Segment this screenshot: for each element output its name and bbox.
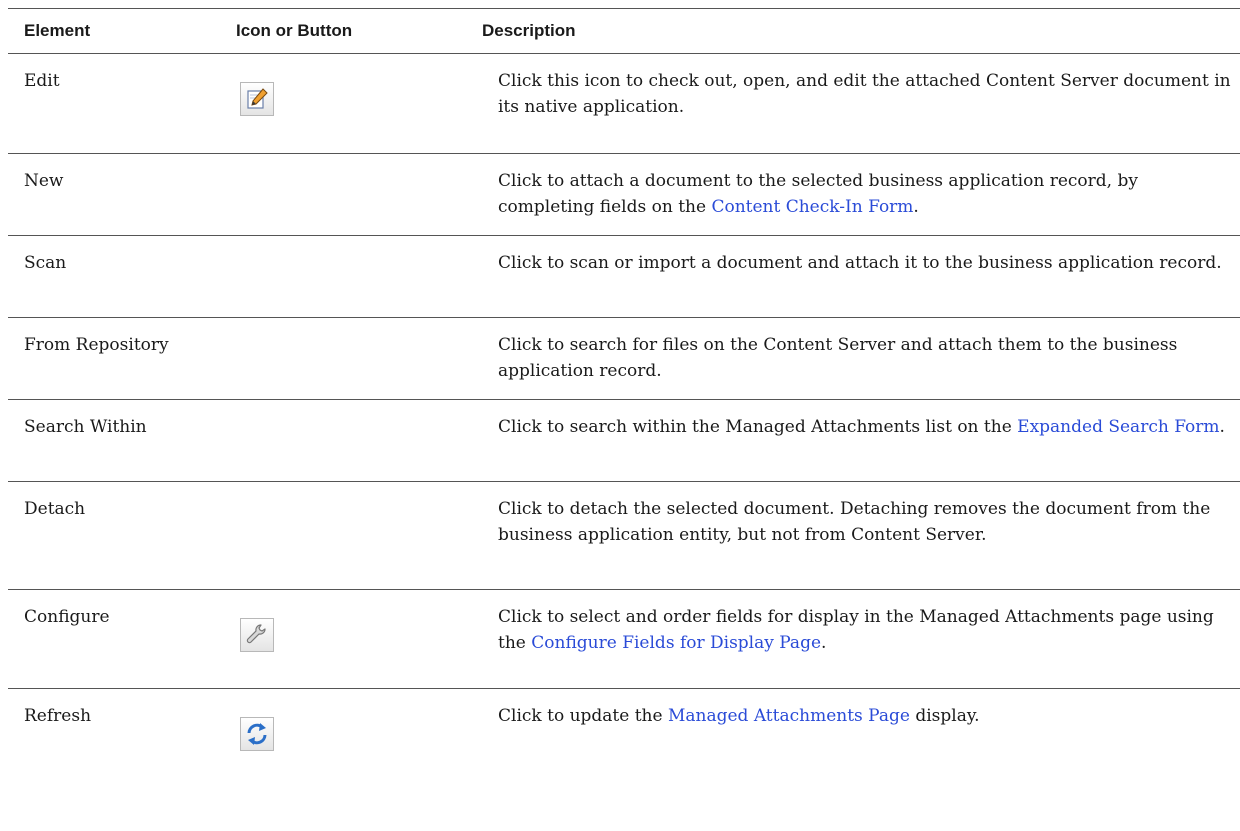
element-name: New <box>8 153 220 236</box>
element-name: Configure <box>8 589 220 689</box>
table-row: New Click to attach a document to the se… <box>8 153 1240 236</box>
description-text: Click to search for files on the Content… <box>498 335 1178 381</box>
element-name: Detach <box>8 481 220 590</box>
table-row: Edit Click this icon to check out, open,… <box>8 53 1240 154</box>
element-name: Edit <box>8 53 220 154</box>
refresh-icon[interactable] <box>240 717 274 751</box>
table-row: Detach Click to detach the selected docu… <box>8 481 1240 590</box>
description: Click to scan or import a document and a… <box>466 235 1240 318</box>
wrench-icon[interactable] <box>240 618 274 652</box>
icon-cell <box>220 235 466 318</box>
description-text: Click to scan or import a document and a… <box>498 253 1222 273</box>
description: Click to update the Managed Attachments … <box>466 689 1240 789</box>
header-icon-or-button: Icon or Button <box>220 8 466 54</box>
table-header-row: Element Icon or Button Description <box>8 8 1240 54</box>
description-text: Click to detach the selected document. D… <box>498 499 1211 545</box>
configure-fields-link[interactable]: Configure Fields for Display Page <box>531 633 821 653</box>
content-check-in-form-link[interactable]: Content Check-In Form <box>711 197 913 217</box>
description-text: . <box>1219 417 1225 437</box>
element-name: Search Within <box>8 399 220 482</box>
element-table: Element Icon or Button Description Edit <box>8 8 1240 788</box>
edit-pencil-icon[interactable] <box>240 82 274 116</box>
icon-cell <box>220 589 466 689</box>
description-text: . <box>821 633 827 653</box>
header-element: Element <box>8 8 220 54</box>
table-row: From Repository Click to search for file… <box>8 317 1240 400</box>
description-text: Click this icon to check out, open, and … <box>498 71 1231 117</box>
table-row: Scan Click to scan or import a document … <box>8 235 1240 318</box>
element-name: Refresh <box>24 706 92 726</box>
table-row: Configure Click to select and order fiel… <box>8 589 1240 689</box>
managed-attachments-page-link[interactable]: Managed Attachments Page <box>668 706 910 726</box>
description-text: Click to search within the Managed Attac… <box>498 417 1018 437</box>
description: Click this icon to check out, open, and … <box>466 53 1240 154</box>
description: Click to detach the selected document. D… <box>466 481 1240 590</box>
element-name: From Repository <box>8 317 220 400</box>
description-text: . <box>913 197 919 217</box>
element-name: Scan <box>8 235 220 318</box>
description: Click to search for files on the Content… <box>466 317 1240 400</box>
icon-cell <box>220 317 466 400</box>
header-description: Description <box>466 8 1240 54</box>
icon-cell <box>220 399 466 482</box>
icon-cell <box>220 481 466 590</box>
description: Click to attach a document to the select… <box>466 153 1240 236</box>
description-text: display. <box>909 706 980 726</box>
icon-cell <box>220 53 466 154</box>
icon-cell <box>220 153 466 236</box>
table-row: Search Within Click to search within the… <box>8 399 1240 482</box>
icon-cell <box>220 689 466 789</box>
expanded-search-form-link[interactable]: Expanded Search Form <box>1017 417 1219 437</box>
description-text: Click to update the <box>498 706 668 726</box>
description: Click to select and order fields for dis… <box>466 589 1240 689</box>
description: Click to search within the Managed Attac… <box>466 399 1240 482</box>
table-row: Refresh Click to update the Managed Atta… <box>8 689 1240 789</box>
